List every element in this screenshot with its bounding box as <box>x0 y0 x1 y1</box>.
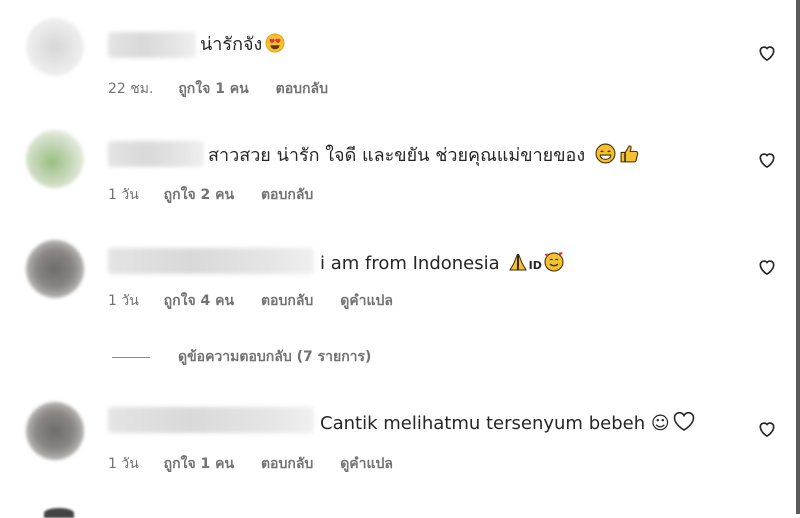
like-heart-icon[interactable] <box>757 257 777 277</box>
thumbs-up-emoji-icon <box>619 143 640 171</box>
reply-button[interactable]: ตอบกลับ <box>261 293 313 309</box>
translate-button[interactable]: ดูคำแปล <box>340 456 393 472</box>
username-blurred[interactable] <box>108 248 314 274</box>
like-heart-icon[interactable] <box>757 150 777 170</box>
likes-count-button[interactable]: ถูกใจ 4 คน <box>164 293 234 309</box>
folded-hands-emoji-icon <box>508 252 528 279</box>
likes-count-button[interactable]: ถูกใจ 1 คน <box>178 81 248 97</box>
comment-text: น่ารักจัง <box>200 33 285 60</box>
comment-text: Cantik melihatmu tersenyum bebeh ☺ <box>320 410 696 439</box>
avatar[interactable] <box>26 402 84 460</box>
likes-count-button[interactable]: ถูกใจ 2 คน <box>164 187 234 203</box>
view-replies-button[interactable]: ดูข้อความตอบกลับ (7 รายการ) <box>112 346 371 368</box>
comment-text: สาวสวย น่ารัก ใจดี และขยัน ช่วยคุณแม่ขาย… <box>208 143 640 171</box>
window-edge <box>796 0 800 514</box>
reply-button[interactable]: ตอบกลับ <box>261 187 313 203</box>
comment-time[interactable]: 1 วัน <box>108 293 139 309</box>
view-replies-label: ดูข้อความตอบกลับ (7 รายการ) <box>178 349 372 365</box>
comment-text: i am from Indonesia ID <box>320 250 565 279</box>
comment-time[interactable]: 1 วัน <box>108 456 139 472</box>
avatar[interactable] <box>26 130 84 188</box>
avatar[interactable] <box>26 240 84 298</box>
comment-meta: 22 ชม. ถูกใจ 1 คน ตอบกลับ <box>108 78 350 100</box>
comment-meta: 1 วัน ถูกใจ 1 คน ตอบกลับ ดูคำแปล <box>108 453 415 475</box>
like-heart-icon[interactable] <box>757 419 777 439</box>
reply-button[interactable]: ตอบกลับ <box>261 456 313 472</box>
comment-time[interactable]: 22 ชม. <box>108 81 153 97</box>
grinning-emoji-icon <box>595 143 616 171</box>
smiling-hearts-emoji-icon <box>543 250 565 279</box>
likes-count-button[interactable]: ถูกใจ 1 คน <box>164 456 234 472</box>
like-heart-icon[interactable] <box>757 43 777 63</box>
indonesia-flag-emoji-icon: ID <box>528 259 542 272</box>
comment-meta: 1 วัน ถูกใจ 4 คน ตอบกลับ ดูคำแปล <box>108 290 415 312</box>
reply-button[interactable]: ตอบกลับ <box>276 81 328 97</box>
avatar[interactable] <box>26 18 84 76</box>
avatar[interactable] <box>44 508 74 518</box>
username-blurred[interactable] <box>108 32 196 58</box>
comment-meta: 1 วัน ถูกใจ 2 คน ตอบกลับ <box>108 184 335 206</box>
divider-line <box>112 356 150 358</box>
username-blurred[interactable] <box>108 407 314 433</box>
heart-eyes-emoji-icon <box>265 33 285 60</box>
comment-time[interactable]: 1 วัน <box>108 187 139 203</box>
translate-button[interactable]: ดูคำแปล <box>340 293 393 309</box>
white-heart-emoji-icon <box>672 410 696 439</box>
username-blurred[interactable] <box>108 141 204 167</box>
